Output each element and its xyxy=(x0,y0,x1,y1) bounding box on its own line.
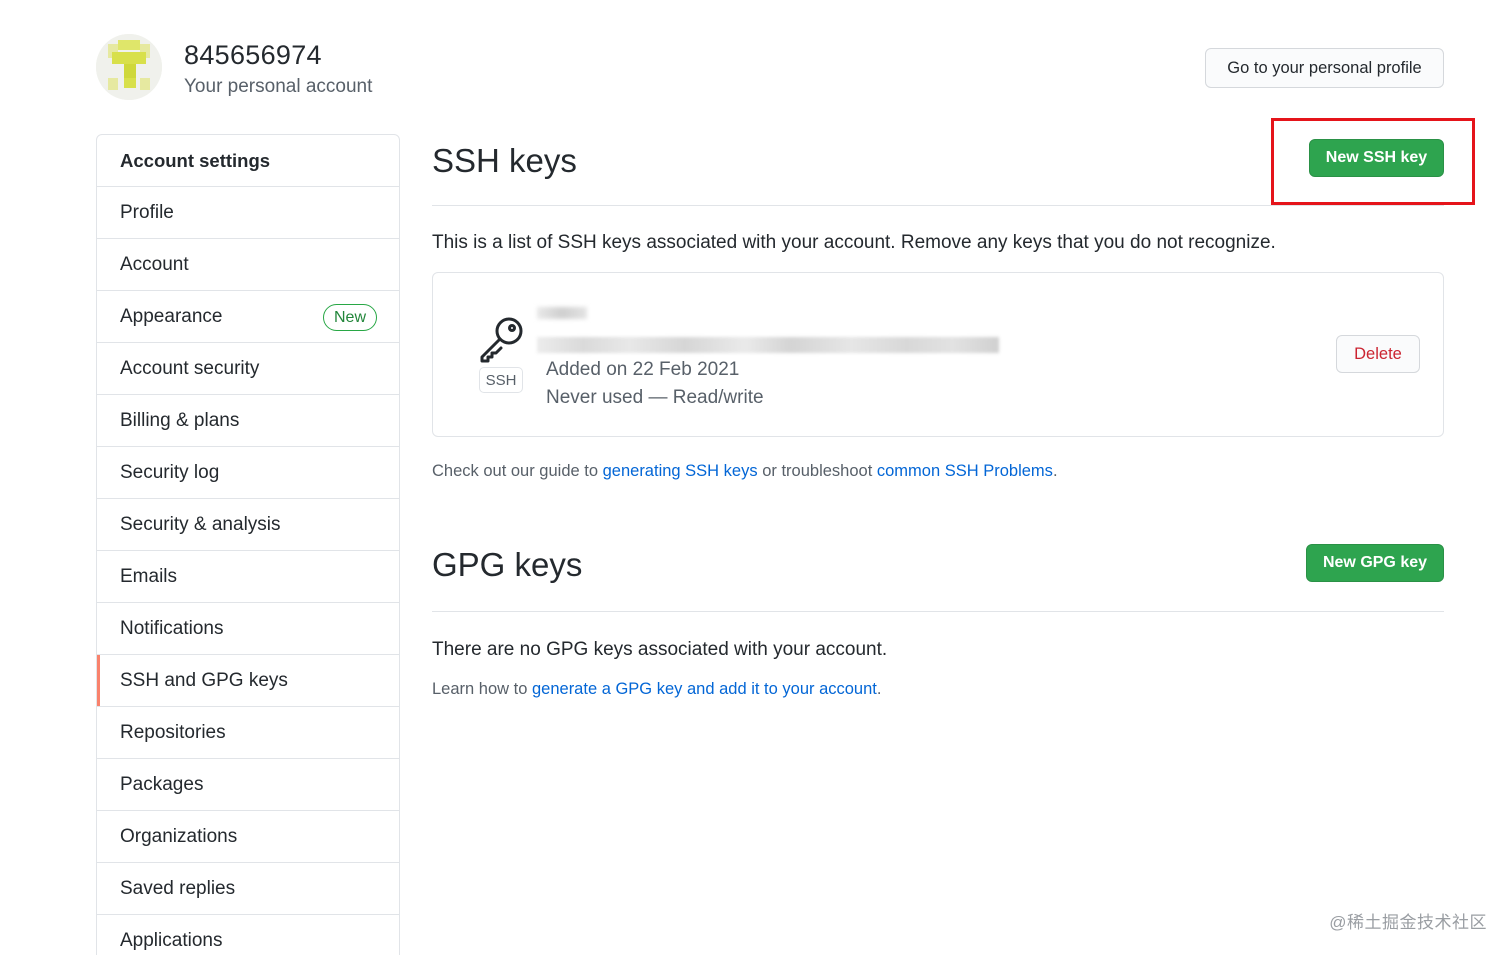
sidebar-item-repositories[interactable]: Repositories xyxy=(97,707,399,759)
sidebar-item-label: Security & analysis xyxy=(120,513,281,535)
sidebar-item-label: Appearance xyxy=(120,305,223,327)
watermark: @稀土掘金技术社区 xyxy=(1329,913,1487,932)
sidebar-item-billing[interactable]: Billing & plans xyxy=(97,395,399,447)
generate-gpg-key-link[interactable]: generate a GPG key and add it to your ac… xyxy=(532,680,877,698)
account-header: 845656974 Your personal account Go to yo… xyxy=(96,34,1444,104)
sidebar-item-account-security[interactable]: Account security xyxy=(97,343,399,395)
sidebar-item-label: Emails xyxy=(120,565,178,587)
ssh-keys-title: SSH keys xyxy=(432,142,577,179)
sidebar-item-label: Repositories xyxy=(120,721,226,743)
sidebar-item-label: Organizations xyxy=(120,825,238,847)
sidebar-item-label: Security log xyxy=(120,461,220,483)
guide-middle: or troubleshoot xyxy=(757,462,877,480)
sidebar-item-security-log[interactable]: Security log xyxy=(97,447,399,499)
sidebar-item-label: Profile xyxy=(120,201,174,223)
sidebar-item-label: Notifications xyxy=(120,617,224,639)
learn-prefix: Learn how to xyxy=(432,680,532,698)
redacted-key-fingerprint xyxy=(537,337,999,353)
annotation-highlight-box xyxy=(1271,118,1475,205)
sidebar-heading: Account settings xyxy=(97,135,399,187)
ssh-description: This is a list of SSH keys associated wi… xyxy=(432,232,1276,253)
gpg-learn-text: Learn how to generate a GPG key and add … xyxy=(432,680,881,699)
guide-suffix: . xyxy=(1052,462,1058,480)
sidebar-item-label: Packages xyxy=(120,773,204,795)
sidebar-item-profile[interactable]: Profile xyxy=(97,187,399,239)
sidebar-item-packages[interactable]: Packages xyxy=(97,759,399,811)
gpg-empty-message: There are no GPG keys associated with yo… xyxy=(432,639,888,660)
sidebar-item-label: Billing & plans xyxy=(120,409,240,431)
delete-key-button[interactable]: Delete xyxy=(1336,335,1420,373)
sidebar-item-label: Saved replies xyxy=(120,877,236,899)
account-type-label: Your personal account xyxy=(184,76,373,97)
gpg-section-header: GPG keys New GPG key xyxy=(432,534,1444,612)
sidebar-item-label: Applications xyxy=(120,929,223,951)
new-badge: New xyxy=(322,304,377,331)
settings-sidebar: Account settings Profile Account Appeara… xyxy=(96,134,400,955)
key-usage: Never used — Read/write xyxy=(546,387,764,408)
ssh-key-item: SSH Added on 22 Feb 2021 Never used — Re… xyxy=(432,272,1444,437)
user-name: 845656974 xyxy=(184,40,322,70)
ssh-guide-text: Check out our guide to generating SSH ke… xyxy=(432,462,1058,481)
sidebar-item-notifications[interactable]: Notifications xyxy=(97,603,399,655)
key-added-date: Added on 22 Feb 2021 xyxy=(546,359,740,380)
go-to-profile-button[interactable]: Go to your personal profile xyxy=(1205,48,1444,88)
sidebar-item-applications[interactable]: Applications xyxy=(97,915,399,955)
ssh-type-label: SSH xyxy=(479,367,523,393)
generating-ssh-keys-link[interactable]: generating SSH keys xyxy=(603,462,758,480)
avatar[interactable] xyxy=(96,34,162,100)
sidebar-item-account[interactable]: Account xyxy=(97,239,399,291)
sidebar-item-saved-replies[interactable]: Saved replies xyxy=(97,863,399,915)
sidebar-item-label: Account xyxy=(120,253,189,275)
learn-suffix: . xyxy=(876,680,882,698)
sidebar-item-label: SSH and GPG keys xyxy=(120,669,288,691)
sidebar-item-label: Account security xyxy=(120,357,260,379)
sidebar-item-appearance[interactable]: Appearance New xyxy=(97,291,399,343)
common-ssh-problems-link[interactable]: common SSH Problems xyxy=(877,462,1053,480)
redacted-key-title xyxy=(537,307,587,319)
sidebar-item-emails[interactable]: Emails xyxy=(97,551,399,603)
guide-prefix: Check out our guide to xyxy=(432,462,603,480)
sidebar-item-security-analysis[interactable]: Security & analysis xyxy=(97,499,399,551)
sidebar-item-organizations[interactable]: Organizations xyxy=(97,811,399,863)
key-icon xyxy=(480,317,523,363)
gpg-keys-title: GPG keys xyxy=(432,546,583,583)
new-gpg-key-button[interactable]: New GPG key xyxy=(1306,544,1444,582)
sidebar-item-ssh-gpg-keys[interactable]: SSH and GPG keys xyxy=(97,655,399,707)
